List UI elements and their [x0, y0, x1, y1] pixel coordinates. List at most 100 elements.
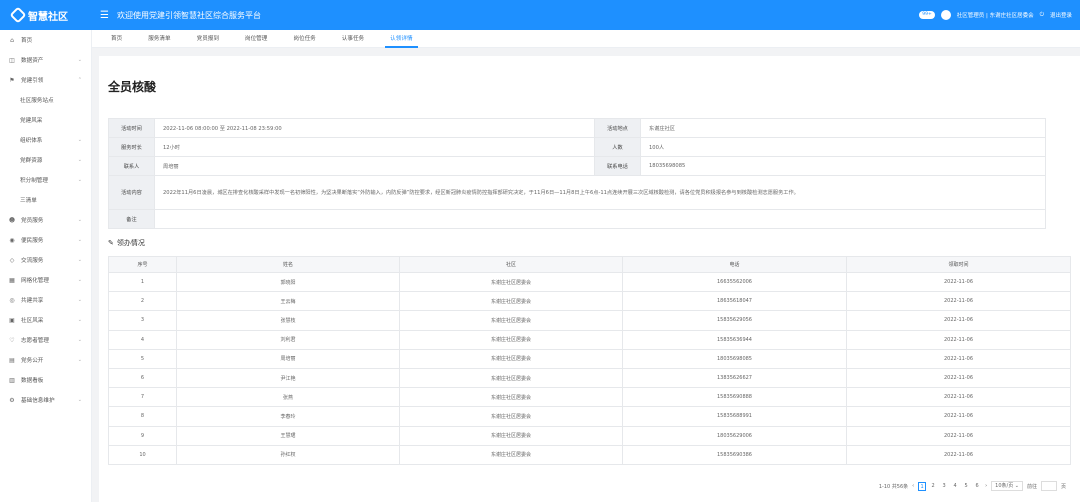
chevron-icon: ⌄	[77, 317, 82, 323]
sidebar-item-label: 志愿者管理	[21, 338, 49, 344]
page-number-button[interactable]: 2	[929, 482, 937, 491]
logout-icon[interactable]: ⏻	[1040, 12, 1044, 19]
table-cell: 东谢庄社区居委会	[399, 406, 623, 427]
location-value: 东谢庄社区	[649, 125, 675, 132]
duration-label: 服务时长	[109, 138, 155, 156]
page-number-button[interactable]: 6	[973, 482, 981, 491]
page-number-button[interactable]: 5	[962, 482, 970, 491]
table-cell: 9	[108, 425, 177, 446]
sidebar-item-label: 首页	[21, 38, 33, 44]
sidebar-item-17[interactable]: ▥ 数据看板	[0, 370, 91, 390]
table-cell: 东谢庄社区居委会	[399, 329, 623, 350]
table-cell: 2022-11-06	[846, 444, 1071, 465]
sidebar-item-15[interactable]: ♡ 志愿者管理 ⌄	[0, 330, 91, 350]
table-cell: 2022-11-06	[846, 387, 1071, 408]
sidebar-item-8[interactable]: 三清单	[0, 190, 91, 210]
sidebar-item-0[interactable]: ⌂ 首页	[0, 30, 91, 50]
tab-5[interactable]: 认事任务	[329, 30, 377, 48]
sidebar-item-label: 社区服务站点	[20, 98, 54, 104]
table-cell: 王慧珺	[176, 425, 400, 446]
table-cell: 15835690386	[622, 444, 847, 465]
table-cell: 4	[108, 329, 177, 350]
tab-2[interactable]: 党员报到	[184, 30, 232, 48]
table-row: 4 刘利君 东谢庄社区居委会 15835636944 2022-11-06	[108, 329, 1071, 350]
jump-page-input[interactable]	[1040, 481, 1057, 491]
sidebar-item-12[interactable]: ▦ 网格化管理 ⌄	[0, 270, 91, 290]
sidebar-item-7[interactable]: 积分制管理 ⌄	[0, 170, 91, 190]
tab-6[interactable]: 认领详情	[377, 30, 425, 48]
table-cell: 2022-11-06	[846, 329, 1071, 350]
table-cell: 孙红权	[176, 444, 400, 465]
table-cell: 18635618047	[622, 291, 847, 312]
sidebar-item-label: 三清单	[20, 198, 37, 204]
sidebar-item-label: 党员服务	[21, 218, 44, 224]
notice-icon: ▤	[9, 356, 15, 364]
table-cell: 8	[108, 406, 177, 427]
tab-0[interactable]: 首页	[98, 30, 135, 48]
sidebar-item-label: 共建共享	[21, 298, 44, 304]
sidebar-item-1[interactable]: ◫ 数据资产 ⌄	[0, 50, 91, 70]
sidebar-item-18[interactable]: ⚙ 基础信息维护 ⌄	[0, 390, 91, 410]
logo-text: 智慧社区	[28, 11, 68, 23]
table-cell: 2022-11-06	[846, 291, 1071, 312]
page-number-button[interactable]: 3	[940, 482, 948, 491]
message-badge[interactable]: 99+	[919, 11, 935, 19]
table-cell: 东谢庄社区居委会	[399, 367, 623, 389]
table-row: 6 尹江艳 东谢庄社区居委会 13835626627 2022-11-06	[108, 367, 1071, 389]
sidebar-item-4[interactable]: 党建风采	[0, 110, 91, 130]
chevron-icon: ⌄	[77, 217, 82, 223]
table-cell: 2022-11-06	[846, 271, 1071, 293]
logo-icon	[9, 6, 27, 24]
page-size-select[interactable]: 10条/页 ⌄	[991, 481, 1023, 491]
table-cell: 15835629056	[622, 310, 847, 331]
flag-icon: ⚑	[9, 76, 15, 84]
next-page-button[interactable]: ›	[985, 483, 987, 489]
settings-icon: ⚙	[9, 396, 15, 404]
content-label: 活动内容	[109, 176, 155, 209]
user-info[interactable]: 社区管理员 | 东谢庄社区居委会	[957, 11, 1034, 19]
people-icon: ☻	[8, 216, 16, 224]
service-icon: ◉	[9, 236, 15, 244]
contact-label: 联系人	[109, 157, 155, 175]
table-cell: 东谢庄社区居委会	[399, 444, 623, 465]
sidebar-item-16[interactable]: ▤ 党务公开 ⌄	[0, 350, 91, 370]
activity-time-label: 活动时间	[109, 119, 155, 137]
chevron-icon: ⌃	[77, 77, 82, 83]
menu-toggle-icon[interactable]: ☰	[100, 10, 109, 21]
sidebar-item-11[interactable]: ◇ 交流服务 ⌄	[0, 250, 91, 270]
page-number-button[interactable]: 1	[918, 481, 927, 491]
chevron-icon: ⌄	[77, 257, 82, 263]
chevron-icon: ⌄	[77, 297, 82, 303]
prev-page-button[interactable]: ‹	[912, 483, 914, 489]
sidebar-item-13[interactable]: ◎ 共建共享 ⌄	[0, 290, 91, 310]
sidebar-item-2[interactable]: ⚑ 党建引领 ⌃	[0, 70, 91, 90]
sidebar-item-6[interactable]: 党群资源 ⌄	[0, 150, 91, 170]
avatar[interactable]	[940, 10, 951, 20]
chevron-icon: ⌄	[77, 157, 82, 163]
grid-icon: ▦	[9, 276, 15, 284]
table-cell: 张燕	[176, 387, 400, 408]
table-cell: 周培丽	[176, 348, 400, 369]
sidebar-item-14[interactable]: ▣ 社区风采 ⌄	[0, 310, 91, 330]
logout-link[interactable]: 退出登录	[1050, 11, 1072, 19]
table-cell: 18035698085	[622, 348, 847, 369]
sidebar-item-5[interactable]: 组织体系 ⌄	[0, 130, 91, 150]
chevron-icon: ⌄	[77, 277, 82, 283]
sidebar-item-10[interactable]: ◉ 便民服务 ⌄	[0, 230, 91, 250]
tab-4[interactable]: 岗位任务	[280, 30, 328, 48]
content-value: 2022年11月6日凌晨，城区在排查化核酸采样中发现一名初筛阳性，为坚决果断落实…	[163, 190, 799, 196]
sidebar-item-9[interactable]: ☻ 党员服务 ⌄	[0, 210, 91, 230]
table-cell: 东谢庄社区居委会	[399, 310, 623, 331]
tab-1[interactable]: 服务清单	[135, 30, 183, 48]
table-cell: 2022-11-06	[846, 310, 1071, 331]
count-value: 100人	[649, 144, 665, 151]
logo[interactable]: 智慧社区	[0, 0, 92, 30]
tab-3[interactable]: 岗位管理	[232, 30, 280, 48]
sidebar-item-label: 党建风采	[20, 118, 43, 124]
sidebar-item-3[interactable]: 社区服务站点	[0, 90, 91, 110]
page-number-button[interactable]: 4	[951, 482, 959, 491]
sidebar-item-label: 党务公开	[21, 358, 44, 364]
page-title: 全员核酸	[108, 80, 157, 94]
table-header-row: 序号 姓名 社区 电话 领取时间	[108, 256, 1071, 273]
table-cell: 15835636944	[622, 329, 847, 350]
